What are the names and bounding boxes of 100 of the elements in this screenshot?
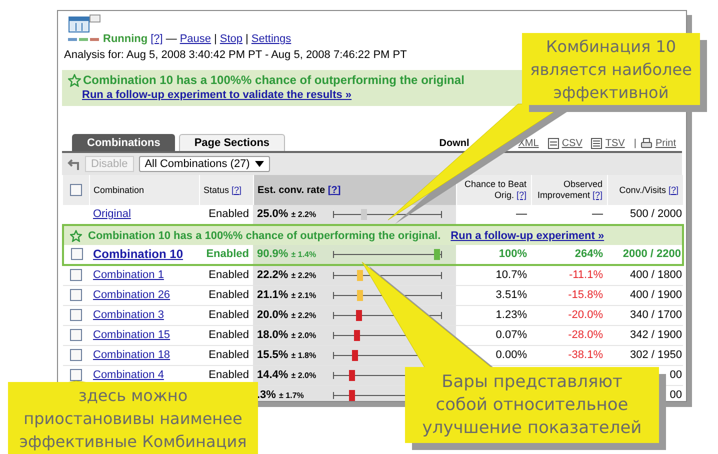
row-checkbox[interactable]: [70, 248, 82, 260]
action-link[interactable]: Stop: [220, 33, 243, 46]
status-text: Enabled: [208, 348, 249, 360]
chance-value: 10.7%: [496, 268, 527, 281]
conversions-visits: 500 / 2000: [630, 208, 682, 220]
conversion-rate: .3% ± 1.7%: [257, 388, 305, 401]
help-link[interactable]: [?]: [668, 184, 678, 194]
column-header: Conv./Visits [?]: [619, 184, 678, 194]
dash-separator: —: [166, 33, 177, 46]
conversions-visits: 400 / 1900: [630, 288, 682, 300]
column-header: Chance to Beat Orig. [?]: [464, 179, 526, 200]
column-header: Status [?]: [204, 184, 242, 194]
status-text: Enabled: [208, 268, 249, 281]
improvement-value: —: [592, 208, 603, 220]
status-bars-icon: [68, 38, 100, 42]
row-checkbox[interactable]: [70, 288, 82, 301]
improvement-value: -11.1%: [568, 268, 603, 281]
improvement-value: -20.0%: [568, 308, 603, 320]
tab[interactable]: Page Sections: [179, 134, 285, 151]
banner-message: Combination 10 has a 100%% chance of outperforming the original: [83, 73, 464, 88]
analysis-date-range: Analysis for: Aug 5, 2008 3:40:42 PM PT - Aug 5, 2008 7:46:22 PM PT: [64, 49, 407, 61]
follow-up-link[interactable]: Run a follow-up experiment »: [450, 228, 604, 242]
action-link[interactable]: Pause: [180, 33, 212, 46]
chance-value: —: [516, 208, 527, 220]
star-icon: [70, 230, 82, 242]
status-text: Enabled: [208, 328, 249, 340]
column-header: Est. conv. rate [?]: [258, 184, 341, 196]
combination-link[interactable]: Combination 18: [93, 348, 170, 360]
follow-up-link[interactable]: Run a follow-up experiment to validate the results »: [82, 88, 352, 103]
printer-icon: [641, 138, 652, 149]
conversions-visits: 2000 / 2200: [622, 248, 681, 260]
row-checkbox[interactable]: [70, 348, 82, 361]
separator: |: [214, 33, 217, 46]
combination-link[interactable]: Combination 1: [93, 268, 164, 281]
conversion-rate: 25.0% ± 2.2%: [257, 208, 318, 221]
help-link[interactable]: [?]: [516, 190, 526, 200]
status-text: Enabled: [208, 288, 249, 300]
select-all-checkbox[interactable]: [70, 184, 82, 196]
filter-dropdown[interactable]: All Combinations (27): [138, 156, 270, 172]
conversions-visits: 400 / 1800: [630, 268, 682, 281]
download-link[interactable]: CSV: [562, 138, 582, 149]
star-icon: [68, 74, 81, 87]
conversions-visits: 302 / 1950: [630, 348, 682, 360]
row-checkbox[interactable]: [70, 308, 82, 321]
conversions-visits: 342 / 1900: [630, 328, 682, 340]
status-text: Running: [103, 33, 148, 46]
conversion-rate: 20.0% ± 2.2%: [257, 308, 318, 322]
conversion-rate: 14.4% ± 2.0%: [257, 368, 318, 382]
combination-link[interactable]: Combination 3: [93, 308, 164, 320]
conversions-visits: 00: [670, 368, 682, 380]
row-checkbox[interactable]: [70, 268, 82, 281]
conversion-rate: 18.0% ± 2.0%: [257, 328, 318, 342]
caret-icon: [254, 161, 264, 167]
chance-value: 1.23%: [496, 308, 527, 320]
chance-value: 3.51%: [496, 288, 527, 300]
app-icon: [68, 14, 102, 33]
improvement-value: 264%: [574, 248, 603, 260]
help-link[interactable]: [?]: [328, 184, 341, 196]
improvement-value: -15.8%: [568, 288, 603, 300]
conversions-visits: 340 / 1700: [630, 308, 682, 320]
callout-tooltip: Бары представляют собой относительное улучшение показателей: [405, 367, 659, 443]
download-label: Downl: [439, 138, 470, 149]
tab[interactable]: Combinations: [72, 134, 176, 151]
callout-tooltip: здесь можно приостановивы наименее эффективные Комбинация: [8, 382, 258, 454]
row-checkbox[interactable]: [70, 328, 82, 341]
undo-arrow-icon: [66, 157, 80, 171]
chance-value: 100%: [498, 248, 527, 260]
improvement-value: -28.0%: [568, 328, 603, 340]
combination-link[interactable]: Combination 10: [93, 246, 184, 260]
conversion-rate: 15.5% ± 1.8%: [257, 348, 318, 362]
row-checkbox[interactable]: [70, 368, 82, 381]
conversion-rate: 22.2% ± 2.2%: [257, 268, 318, 282]
status-text: Enabled: [208, 208, 249, 220]
winner-message: Combination 10 has a 100%% chance of outperforming the original.: [88, 228, 441, 242]
conversion-rate: 21.1% ± 2.1%: [257, 288, 318, 302]
conversion-rate: 90.9% ± 1.4%: [257, 248, 318, 261]
download-link[interactable]: TSV: [605, 138, 625, 149]
conversions-visits: 00: [670, 388, 682, 400]
combination-link[interactable]: Combination 4: [93, 368, 164, 380]
callout-tooltip: Комбинация 10 является наиболее эффективной: [522, 33, 700, 105]
column-header: Combination: [94, 184, 144, 194]
combination-link[interactable]: Combination 26: [93, 288, 170, 300]
action-link[interactable]: Settings: [251, 33, 292, 46]
improvement-value: -38.1%: [568, 348, 603, 360]
separator: |: [246, 33, 248, 46]
combination-link[interactable]: Original: [93, 208, 131, 220]
help-link[interactable]: [?]: [150, 33, 163, 46]
download-link[interactable]: Print: [655, 138, 676, 149]
combination-link[interactable]: Combination 15: [93, 328, 170, 340]
spreadsheet-icon: [548, 138, 559, 149]
status-text: Enabled: [208, 308, 249, 320]
chance-value: 0.07%: [496, 328, 527, 340]
help-link[interactable]: [?]: [232, 184, 242, 194]
status-text: Enabled: [208, 368, 249, 380]
help-link[interactable]: [?]: [592, 190, 602, 200]
separator: |: [634, 138, 636, 149]
chance-value: 0.00%: [496, 348, 527, 360]
status-text: Enabled: [206, 248, 249, 260]
document-icon: [591, 138, 602, 149]
column-header: Observed Improvement [?]: [537, 179, 602, 200]
